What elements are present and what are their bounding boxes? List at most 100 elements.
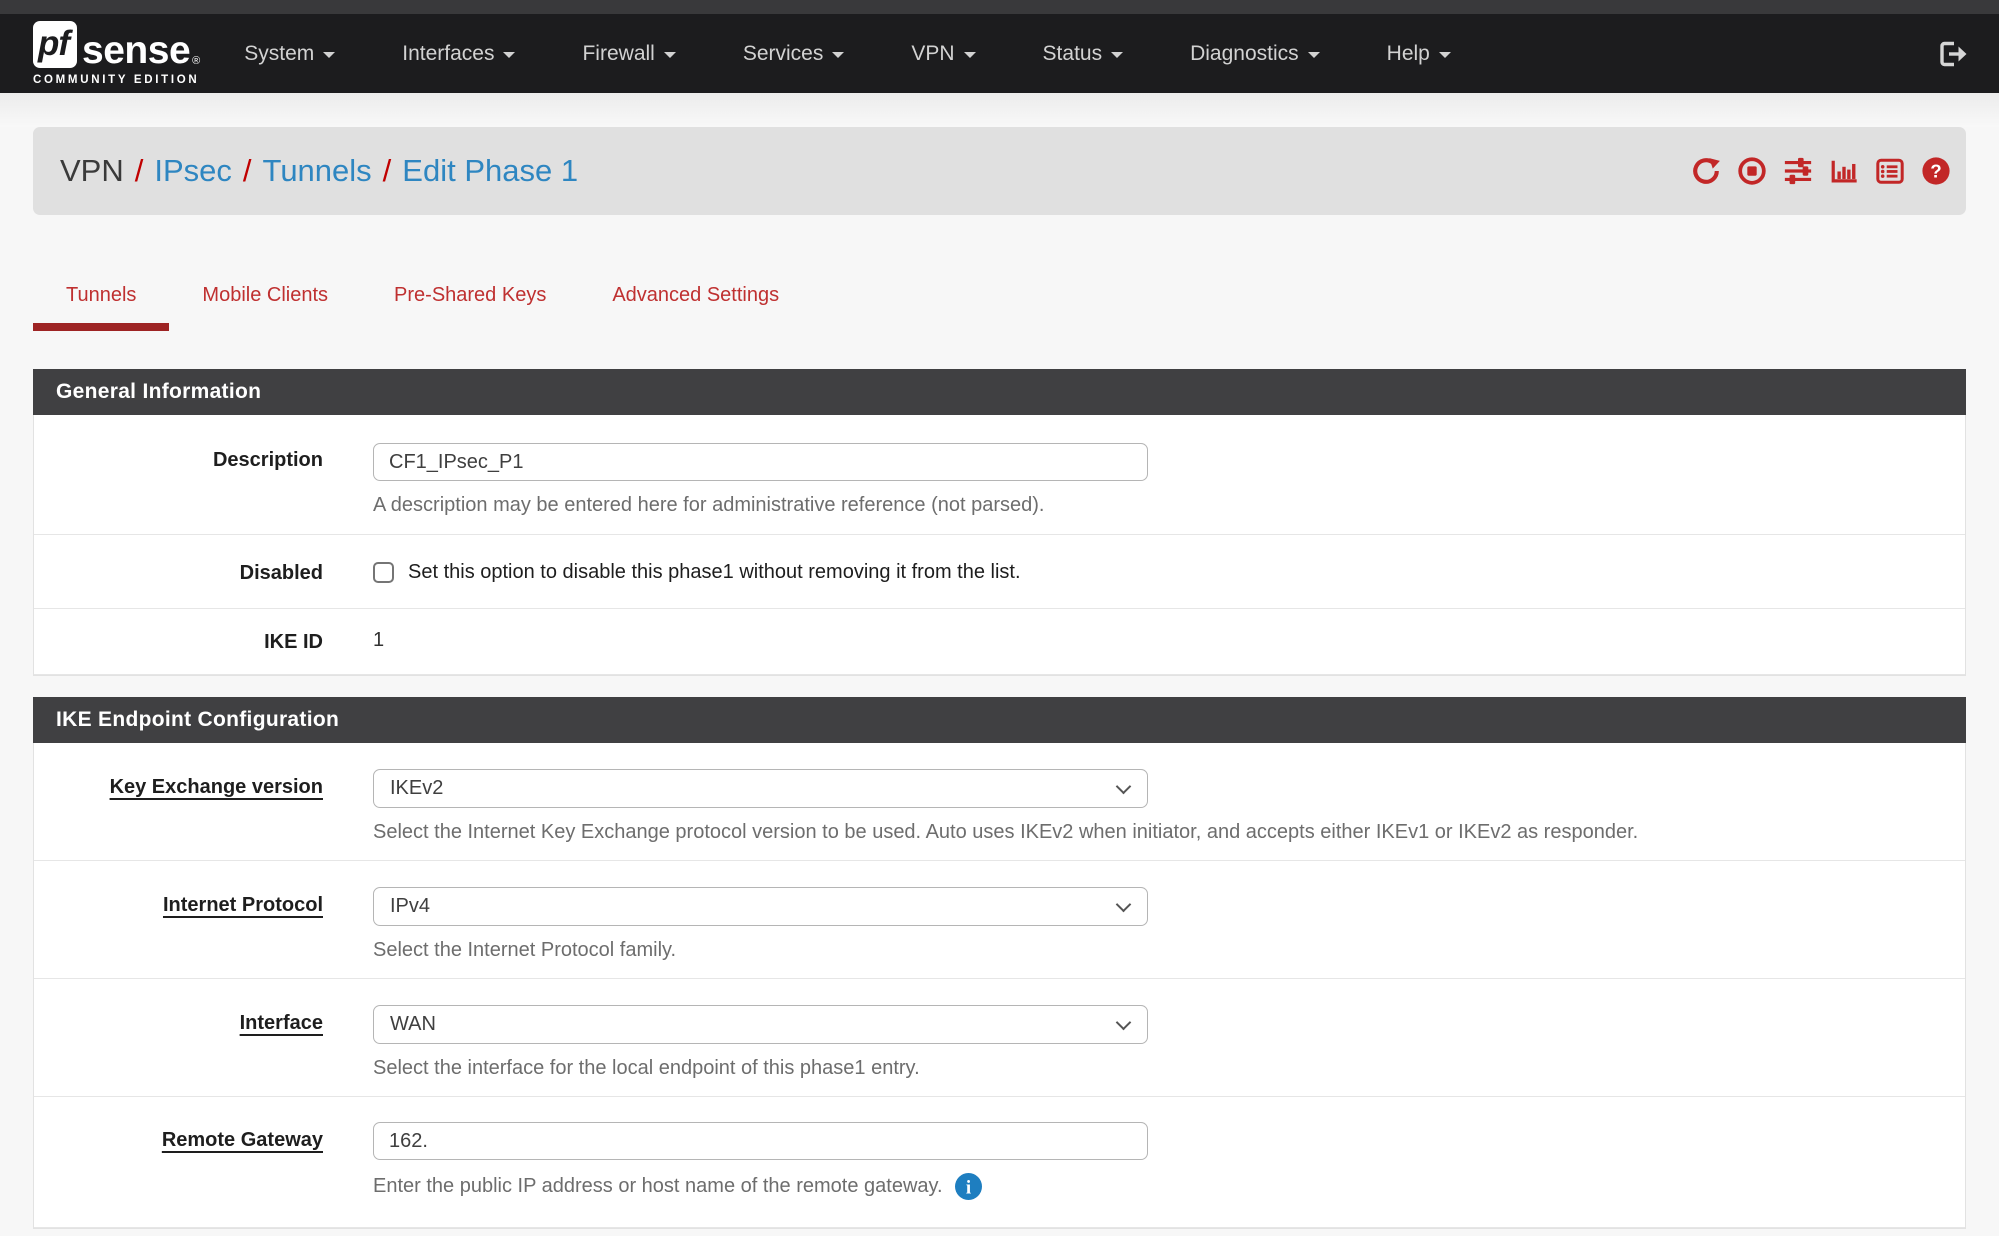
remote-gateway-help-text: Enter the public IP address or host name… [373, 1173, 1965, 1200]
pfsense-logo-subtitle: COMMUNITY EDITION [33, 74, 200, 86]
select-value: IPv4 [390, 895, 430, 918]
ike-id-control-cell: 1 [373, 609, 1965, 674]
key-exchange-control-cell: IKEv2 Select the Internet Key Exchange p… [373, 743, 1965, 860]
internet-protocol-help-text: Select the Internet Protocol family. [373, 939, 1965, 962]
registered-mark: ® [192, 55, 200, 67]
list-icon[interactable] [1875, 156, 1905, 186]
tab-tunnels[interactable]: Tunnels [33, 281, 169, 331]
key-exchange-version-select[interactable]: IKEv2 [373, 769, 1148, 808]
remote-gateway-input[interactable] [373, 1122, 1148, 1160]
ike-id-value: 1 [373, 629, 384, 651]
nav-item-vpn[interactable]: VPN [911, 42, 975, 66]
form-row-remote-gateway: Remote Gateway Enter the public IP addre… [34, 1097, 1965, 1228]
breadcrumb-separator: / [243, 153, 252, 189]
disabled-checkbox[interactable] [373, 562, 394, 583]
nav-item-help[interactable]: Help [1387, 42, 1451, 66]
refresh-icon[interactable] [1691, 156, 1721, 186]
nav-item-label: System [244, 42, 314, 66]
sign-out-icon [1937, 38, 1969, 70]
nav-item-status[interactable]: Status [1043, 42, 1124, 66]
nav-item-label: Firewall [582, 42, 654, 66]
panel-header: General Information [33, 369, 1966, 415]
page-title-bar: VPN / IPsec / Tunnels / Edit Phase 1 [33, 127, 1966, 215]
nav-item-label: Interfaces [402, 42, 494, 66]
tab-mobile-clients[interactable]: Mobile Clients [169, 281, 361, 331]
tab-bar: Tunnels Mobile Clients Pre-Shared Keys A… [33, 281, 1999, 331]
chevron-down-icon [1116, 778, 1132, 794]
help-text: Select the Internet Key Exchange protoco… [373, 821, 1638, 844]
internet-protocol-label: Internet Protocol [34, 861, 373, 978]
pfsense-logo[interactable]: pf sense ® COMMUNITY EDITION [33, 21, 200, 86]
disabled-control-cell: Set this option to disable this phase1 w… [373, 535, 1965, 608]
form-row-ike-id: IKE ID 1 [34, 609, 1965, 675]
breadcrumb-section: VPN [60, 153, 124, 189]
remote-gateway-control-cell: Enter the public IP address or host name… [373, 1097, 1965, 1227]
nav-item-label: VPN [911, 42, 954, 66]
tab-pre-shared-keys[interactable]: Pre-Shared Keys [361, 281, 579, 331]
interface-control-cell: WAN Select the interface for the local e… [373, 979, 1965, 1096]
nav-item-diagnostics[interactable]: Diagnostics [1190, 42, 1320, 66]
disabled-option-label: Set this option to disable this phase1 w… [408, 561, 1021, 584]
nav-item-label: Services [743, 42, 824, 66]
interface-select[interactable]: WAN [373, 1005, 1148, 1044]
breadcrumb-link-ipsec[interactable]: IPsec [154, 153, 232, 189]
nav-item-interfaces[interactable]: Interfaces [402, 42, 515, 66]
panel-ike-endpoint-configuration: IKE Endpoint Configuration Key Exchange … [33, 697, 1966, 1229]
content-top-fade [0, 93, 1999, 127]
panel-title: IKE Endpoint Configuration [56, 708, 339, 732]
form-row-key-exchange-version: Key Exchange version IKEv2 Select the In… [34, 743, 1965, 861]
select-value: WAN [390, 1013, 436, 1036]
sliders-icon[interactable] [1783, 156, 1813, 186]
nav-menu: System Interfaces Firewall Services VPN … [244, 42, 1451, 66]
select-value: IKEv2 [390, 777, 443, 800]
panel-body: Description A description may be entered… [33, 415, 1966, 676]
main-navbar: pf sense ® COMMUNITY EDITION System Inte… [0, 14, 1999, 93]
sign-out-button[interactable] [1937, 38, 1969, 70]
form-row-internet-protocol: Internet Protocol IPv4 Select the Intern… [34, 861, 1965, 979]
help-text: Enter the public IP address or host name… [373, 1175, 943, 1198]
description-input[interactable] [373, 443, 1148, 481]
description-control-cell: A description may be entered here for ad… [373, 415, 1965, 534]
breadcrumb-separator: / [383, 153, 392, 189]
nav-item-services[interactable]: Services [743, 42, 845, 66]
form-row-description: Description A description may be entered… [34, 415, 1965, 535]
chevron-down-icon [1116, 1014, 1132, 1030]
form-row-disabled: Disabled Set this option to disable this… [34, 535, 1965, 609]
nav-item-label: Status [1043, 42, 1103, 66]
pfsense-logo-pf-box: pf [33, 21, 77, 68]
interface-label: Interface [34, 979, 373, 1096]
key-exchange-version-label: Key Exchange version [34, 743, 373, 860]
help-text: Select the interface for the local endpo… [373, 1057, 920, 1080]
chevron-down-icon [1116, 896, 1132, 912]
caret-down-icon [964, 52, 976, 58]
panel-title: General Information [56, 380, 261, 404]
description-label: Description [34, 415, 373, 534]
help-text: Select the Internet Protocol family. [373, 939, 676, 962]
caret-down-icon [832, 52, 844, 58]
ike-id-label: IKE ID [34, 609, 373, 674]
svg-text:?: ? [1930, 161, 1941, 182]
tab-advanced-settings[interactable]: Advanced Settings [579, 281, 812, 331]
nav-item-firewall[interactable]: Firewall [582, 42, 675, 66]
stop-icon[interactable] [1737, 156, 1767, 186]
caret-down-icon [1439, 52, 1451, 58]
chart-bar-icon[interactable] [1829, 156, 1859, 186]
help-icon[interactable]: ? [1921, 156, 1951, 186]
interface-help-text: Select the interface for the local endpo… [373, 1057, 1965, 1080]
nav-item-system[interactable]: System [244, 42, 335, 66]
caret-down-icon [1308, 52, 1320, 58]
breadcrumb-link-tunnels[interactable]: Tunnels [263, 153, 372, 189]
key-exchange-help-text: Select the Internet Key Exchange protoco… [373, 821, 1965, 844]
nav-item-label: Help [1387, 42, 1430, 66]
panel-header: IKE Endpoint Configuration [33, 697, 1966, 743]
panel-general-information: General Information Description A descri… [33, 369, 1966, 676]
internet-protocol-select[interactable]: IPv4 [373, 887, 1148, 926]
help-text: A description may be entered here for ad… [373, 494, 1044, 517]
caret-down-icon [323, 52, 335, 58]
info-icon[interactable]: i [955, 1173, 982, 1200]
disabled-label: Disabled [34, 535, 373, 608]
breadcrumb: VPN / IPsec / Tunnels / Edit Phase 1 [60, 153, 578, 189]
breadcrumb-separator: / [135, 153, 144, 189]
window-top-strip [0, 0, 1999, 14]
breadcrumb-link-edit-phase-1[interactable]: Edit Phase 1 [402, 153, 578, 189]
